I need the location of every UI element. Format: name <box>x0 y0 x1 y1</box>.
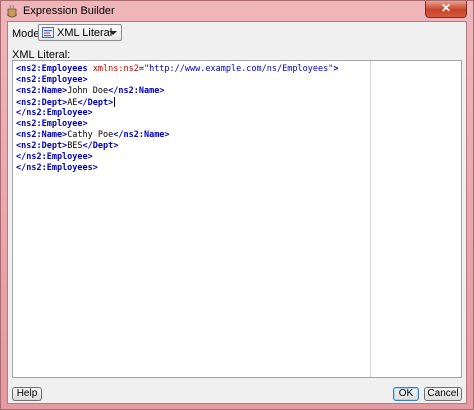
code-line: <ns2:Dept>BES</Dept> <box>16 141 118 152</box>
code-token: <ns2:Employee> <box>16 119 88 129</box>
mode-dropdown[interactable]: XML Literal <box>38 24 122 41</box>
close-button[interactable]: ✕ <box>425 1 467 18</box>
code-token: AE <box>67 98 78 108</box>
code-token: BES <box>67 141 83 151</box>
code-line: </ns2:Employees> <box>16 163 98 174</box>
code-line: <ns2:Dept>AE</Dept> <box>16 97 116 108</box>
code-token: <ns2:Name> <box>16 86 68 96</box>
help-button[interactable]: Help <box>12 387 42 401</box>
text-caret <box>114 97 116 107</box>
cancel-button[interactable]: Cancel <box>424 387 462 401</box>
code-token: </Dept> <box>77 98 114 108</box>
code-token: </ns2:Employee> <box>16 108 93 118</box>
expression-builder-window: Expression Builder ✕ Mode: XML Literal X… <box>0 0 474 410</box>
code-token: "http://www.example.com/ns/Employees" <box>143 64 334 74</box>
code-token: xmlns:ns2 <box>92 64 139 74</box>
ok-button[interactable]: OK <box>393 387 419 401</box>
code-line: <ns2:Name>Cathy Poe</ns2:Name> <box>16 130 170 141</box>
window-title: Expression Builder <box>23 5 115 17</box>
editor-margin-line <box>370 61 371 377</box>
mode-selected-value: XML Literal <box>57 27 113 39</box>
code-token: > <box>333 64 339 74</box>
code-token: </ns2:Name> <box>113 130 170 140</box>
app-cup-icon <box>7 4 17 18</box>
code-token: </Dept> <box>82 141 119 151</box>
code-token: <ns2:Employee> <box>16 75 88 85</box>
code-token: <ns2:Dept> <box>16 141 68 151</box>
code-token: John Doe <box>67 86 109 96</box>
title-bar[interactable]: Expression Builder ✕ <box>1 1 473 21</box>
code-line: <ns2:Employee> <box>16 75 88 86</box>
code-token: <ns2:Name> <box>16 130 68 140</box>
code-line: <ns2:Employees xmlns:ns2="http://www.exa… <box>16 64 338 75</box>
code-line: </ns2:Employee> <box>16 152 93 163</box>
code-token: </ns2:Employee> <box>16 152 93 162</box>
code-line: <ns2:Name>John Doe</ns2:Name> <box>16 86 164 97</box>
close-icon: ✕ <box>440 1 452 15</box>
code-token: Cathy Poe <box>67 130 114 140</box>
code-token: <ns2:Employees <box>16 64 93 74</box>
chevron-down-icon <box>109 31 117 35</box>
code-token: <ns2:Dept> <box>16 98 68 108</box>
code-token: </ns2:Name> <box>108 86 165 96</box>
code-token: </ns2:Employees> <box>16 163 98 173</box>
code-line: <ns2:Employee> <box>16 119 88 130</box>
xml-literal-editor[interactable]: <ns2:Employees xmlns:ns2="http://www.exa… <box>12 60 462 378</box>
dialog-client-area: Mode: XML Literal XML Literal: <ns2:Empl… <box>7 21 467 404</box>
code-line: </ns2:Employee> <box>16 108 93 119</box>
xml-literal-icon <box>42 27 54 38</box>
